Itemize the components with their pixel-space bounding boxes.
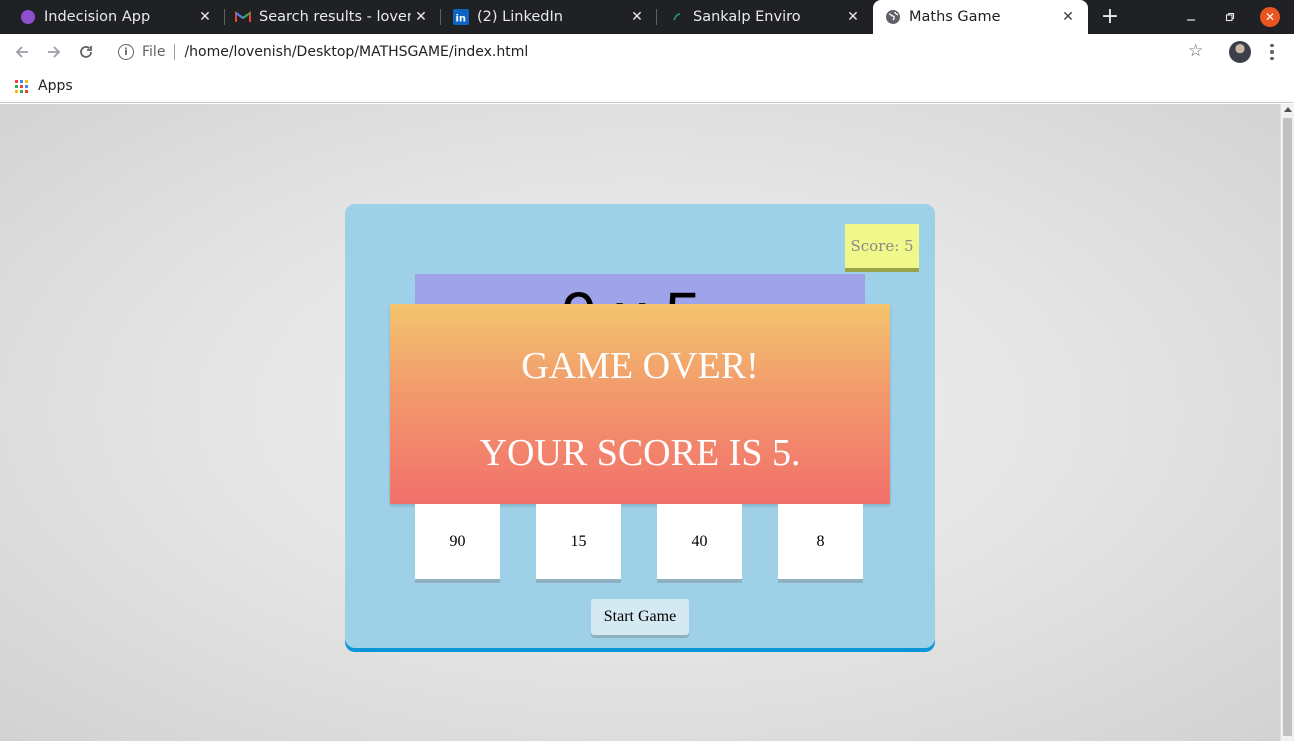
answer-choice-3[interactable]: 40 bbox=[657, 504, 742, 579]
arrow-left-icon bbox=[15, 46, 28, 58]
answer-choice-1[interactable]: 90 bbox=[415, 504, 500, 579]
minimize-window-button[interactable] bbox=[1173, 0, 1209, 34]
restore-window-button[interactable] bbox=[1212, 0, 1248, 34]
avatar[interactable] bbox=[1229, 41, 1251, 63]
new-tab-button[interactable]: + bbox=[1098, 5, 1122, 29]
close-icon: ✕ bbox=[1264, 10, 1276, 24]
menu-kebab-icon[interactable] bbox=[1262, 40, 1282, 64]
close-tab-icon[interactable]: ✕ bbox=[411, 9, 431, 25]
arrow-right-icon bbox=[48, 46, 61, 58]
vertical-scrollbar[interactable] bbox=[1280, 104, 1294, 741]
bookmarks-bar bbox=[0, 70, 1294, 103]
gmail-icon bbox=[235, 9, 251, 25]
tab-maths-game[interactable]: Maths Game ✕ bbox=[873, 0, 1088, 34]
tab-title: Indecision App bbox=[44, 9, 151, 25]
page-viewport: Score: 5 9x5 GAME OVER! YOUR SCORE IS 5.… bbox=[0, 104, 1280, 741]
tab-sankalp-enviro[interactable]: Sankalp Enviro ✕ bbox=[657, 0, 873, 34]
score-box: Score: 5 bbox=[845, 224, 919, 268]
answer-choice-4[interactable]: 8 bbox=[778, 504, 863, 579]
linkedin-icon: in bbox=[453, 9, 469, 25]
apps-label: Apps bbox=[38, 78, 73, 94]
close-tab-icon[interactable]: ✕ bbox=[843, 9, 863, 25]
purple-circle-icon bbox=[20, 9, 36, 25]
url-scheme: File bbox=[142, 44, 166, 60]
game-over-title: GAME OVER! bbox=[521, 345, 759, 387]
leaf-icon bbox=[669, 9, 685, 25]
final-score-text: YOUR SCORE IS 5. bbox=[479, 432, 801, 474]
url-text[interactable]: /home/lovenish/Desktop/MATHSGAME/index.h… bbox=[184, 44, 528, 60]
tab-title: (2) LinkedIn bbox=[477, 9, 563, 25]
minimize-icon bbox=[1187, 19, 1195, 21]
game-container: Score: 5 9x5 GAME OVER! YOUR SCORE IS 5.… bbox=[345, 204, 935, 648]
close-tab-icon[interactable]: ✕ bbox=[627, 9, 647, 25]
reload-button[interactable] bbox=[72, 38, 100, 66]
close-tab-icon[interactable]: ✕ bbox=[1058, 9, 1078, 25]
tab-title: Maths Game bbox=[909, 9, 1001, 25]
tab-indecision-app[interactable]: Indecision App ✕ bbox=[0, 0, 225, 34]
globe-icon bbox=[885, 9, 901, 25]
tab-gmail-search[interactable]: Search results - lovenis ✕ bbox=[225, 0, 441, 34]
tab-linkedin[interactable]: in (2) LinkedIn ✕ bbox=[441, 0, 657, 34]
close-window-button[interactable]: ✕ bbox=[1260, 7, 1280, 27]
answer-choice-2[interactable]: 15 bbox=[536, 504, 621, 579]
tab-title: Search results - lovenis bbox=[259, 9, 411, 25]
tab-strip: Indecision App ✕ Search results - loveni… bbox=[0, 0, 1294, 34]
start-game-button[interactable]: Start Game bbox=[591, 599, 689, 635]
restore-icon bbox=[1225, 12, 1235, 22]
scroll-up-arrow-icon[interactable] bbox=[1284, 107, 1292, 112]
back-button[interactable] bbox=[8, 38, 36, 66]
bookmark-star-icon[interactable]: ☆ bbox=[1188, 41, 1203, 61]
info-icon[interactable]: i bbox=[118, 44, 134, 60]
svg-text:in: in bbox=[456, 14, 467, 25]
game-over-panel: GAME OVER! YOUR SCORE IS 5. bbox=[390, 304, 890, 504]
url-divider bbox=[174, 44, 176, 60]
tab-title: Sankalp Enviro bbox=[693, 9, 801, 25]
apps-grid-icon bbox=[15, 79, 28, 93]
address-bar[interactable]: i File /home/lovenish/Desktop/MATHSGAME/… bbox=[108, 38, 1218, 66]
apps-bookmark[interactable]: Apps bbox=[15, 78, 73, 94]
scrollbar-thumb[interactable] bbox=[1283, 118, 1292, 736]
reload-icon bbox=[80, 46, 92, 58]
forward-button[interactable] bbox=[40, 38, 68, 66]
close-tab-icon[interactable]: ✕ bbox=[195, 9, 215, 25]
